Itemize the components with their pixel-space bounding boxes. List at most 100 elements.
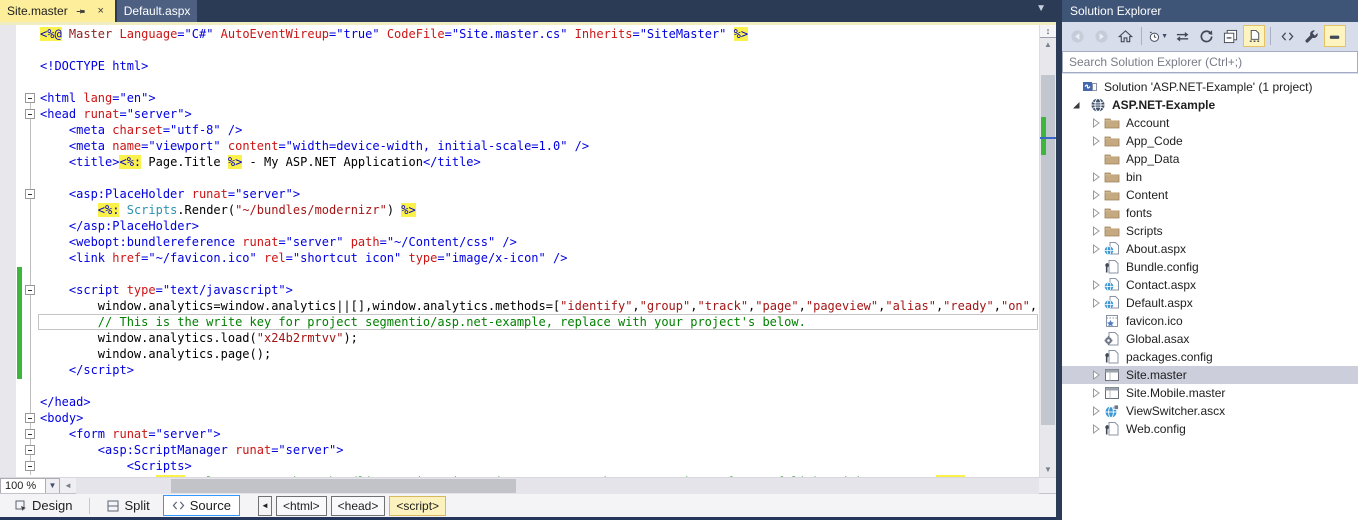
tree-item-about-aspx[interactable]: About.aspx <box>1062 240 1358 258</box>
breadcrumb-tag[interactable]: <html> <box>276 496 327 516</box>
chevron-collapsed-icon[interactable] <box>1088 367 1104 383</box>
code-line: <link href="~/favicon.ico" rel="shortcut… <box>40 250 1039 266</box>
vs-window: Site.master × Default.aspx ▼ <%@ Master … <box>0 0 1358 520</box>
folder-icon <box>1104 133 1120 149</box>
tree-item-bundle-config[interactable]: Bundle.config <box>1062 258 1358 276</box>
tree-item-web-config[interactable]: Web.config <box>1062 420 1358 438</box>
solution-explorer-title-bar[interactable]: Solution Explorer <box>1062 0 1358 22</box>
breakpoint-margin[interactable] <box>0 25 16 477</box>
breadcrumb-collapse-arrow-icon[interactable]: ◄ <box>258 496 272 516</box>
refresh-icon[interactable] <box>1195 25 1217 47</box>
chevron-collapsed-icon[interactable] <box>1088 115 1104 131</box>
collapse-all-icon[interactable] <box>1219 25 1241 47</box>
aspx-file-icon <box>1104 295 1120 311</box>
tree-item-favicon-ico[interactable]: favicon.ico <box>1062 312 1358 330</box>
tab-label: Default.aspx <box>124 4 191 18</box>
chevron-collapsed-icon[interactable] <box>1088 169 1104 185</box>
collapse-region-icon[interactable] <box>25 413 35 423</box>
chevron-collapsed-icon[interactable] <box>1088 223 1104 239</box>
editor-zoom-control[interactable]: 100 % ▼ <box>0 478 60 494</box>
tab-default-aspx[interactable]: Default.aspx <box>117 0 198 22</box>
tree-item-contact-aspx[interactable]: Contact.aspx <box>1062 276 1358 294</box>
tree-item-label: Site.master <box>1126 368 1187 382</box>
tree-item-bin[interactable]: bin <box>1062 168 1358 186</box>
chevron-collapsed-icon[interactable] <box>1088 133 1104 149</box>
outlining-margin[interactable] <box>23 25 37 477</box>
tree-item-asp-net-example[interactable]: ASP.NET-Example <box>1062 96 1358 114</box>
tree-item-account[interactable]: Account <box>1062 114 1358 132</box>
scroll-down-arrow-icon[interactable]: ▼ <box>1040 463 1056 477</box>
code-line: <asp:ScriptManager runat="server"> <box>40 442 1039 458</box>
tab-site-master[interactable]: Site.master × <box>0 0 115 22</box>
tree-item-app-code[interactable]: App_Code <box>1062 132 1358 150</box>
sync-with-active-document-icon[interactable] <box>1171 25 1193 47</box>
zoom-level-value[interactable]: 100 % <box>0 478 46 494</box>
tree-item-label: App_Data <box>1126 152 1179 166</box>
collapse-region-icon[interactable] <box>25 429 35 439</box>
tree-item-scripts[interactable]: Scripts <box>1062 222 1358 240</box>
back-icon[interactable] <box>1066 25 1088 47</box>
chevron-collapsed-icon[interactable] <box>1088 187 1104 203</box>
forward-icon[interactable] <box>1090 25 1112 47</box>
tree-item-label: fonts <box>1126 206 1152 220</box>
code-editor[interactable]: <%@ Master Language="C#" AutoEventWireup… <box>0 25 1056 477</box>
chevron-collapsed-icon[interactable] <box>1088 277 1104 293</box>
chevron-collapsed-icon[interactable] <box>1088 385 1104 401</box>
pin-icon[interactable] <box>74 4 88 18</box>
show-all-files-icon[interactable] <box>1243 25 1265 47</box>
chevron-collapsed-icon[interactable] <box>1088 295 1104 311</box>
tree-item-label: Content <box>1126 188 1168 202</box>
scroll-left-arrow-icon[interactable]: ◄ <box>60 481 76 490</box>
tree-item-content[interactable]: Content <box>1062 186 1358 204</box>
collapse-region-icon[interactable] <box>25 285 35 295</box>
collapse-region-icon[interactable] <box>25 189 35 199</box>
tree-item-site-mobile-master[interactable]: Site.Mobile.master <box>1062 384 1358 402</box>
collapse-region-icon[interactable] <box>25 109 35 119</box>
collapse-region-icon[interactable] <box>25 93 35 103</box>
tree-item-label: Default.aspx <box>1126 296 1193 310</box>
scroll-up-arrow-icon[interactable]: ▲ <box>1040 38 1056 52</box>
toolbar-separator <box>1141 27 1142 45</box>
tree-item-fonts[interactable]: fonts <box>1062 204 1358 222</box>
tree-item-site-master[interactable]: Site.master <box>1062 366 1358 384</box>
pending-changes-filter-icon[interactable]: ▼ <box>1147 25 1169 47</box>
preview-selected-items-icon[interactable] <box>1324 25 1346 47</box>
home-icon[interactable] <box>1114 25 1136 47</box>
tab-overflow-chevron-down-icon[interactable]: ▼ <box>1036 3 1046 14</box>
search-input[interactable] <box>1062 51 1358 73</box>
breadcrumb-tag[interactable]: <script> <box>389 496 446 516</box>
config-file-icon <box>1104 259 1120 275</box>
design-view-button[interactable]: Design <box>6 495 81 516</box>
chevron-collapsed-icon[interactable] <box>1088 421 1104 437</box>
code-line <box>40 266 1039 282</box>
code-area[interactable]: <%@ Master Language="C#" AutoEventWireup… <box>37 25 1039 477</box>
split-window-handle[interactable]: ↕ <box>1040 25 1056 38</box>
split-view-button[interactable]: Split <box>98 495 158 516</box>
collapse-region-icon[interactable] <box>25 445 35 455</box>
tree-item-label: Solution 'ASP.NET-Example' (1 project) <box>1104 80 1312 94</box>
chevron-collapsed-icon[interactable] <box>1088 205 1104 221</box>
properties-icon[interactable] <box>1300 25 1322 47</box>
code-line <box>40 42 1039 58</box>
chevron-collapsed-icon[interactable] <box>1088 241 1104 257</box>
expander-placeholder <box>1088 151 1104 167</box>
solution-icon <box>1082 79 1098 95</box>
vertical-scrollbar[interactable]: ↕ ▲ ▼ <box>1039 25 1056 477</box>
tree-item-default-aspx[interactable]: Default.aspx <box>1062 294 1358 312</box>
view-code-icon[interactable] <box>1276 25 1298 47</box>
tree-item-viewswitcher-ascx[interactable]: ViewSwitcher.ascx <box>1062 402 1358 420</box>
breadcrumb-tag[interactable]: <head> <box>331 496 386 516</box>
tree-item-global-asax[interactable]: Global.asax <box>1062 330 1358 348</box>
zoom-chevron-down-icon[interactable]: ▼ <box>46 478 60 494</box>
horizontal-scrollbar[interactable] <box>76 478 1039 494</box>
chevron-expanded-icon[interactable] <box>1068 97 1084 113</box>
tree-item-packages-config[interactable]: packages.config <box>1062 348 1358 366</box>
collapse-region-icon[interactable] <box>25 461 35 471</box>
config-file-icon <box>1104 421 1120 437</box>
tree-item-app-data[interactable]: App_Data <box>1062 150 1358 168</box>
horizontal-scrollbar-thumb[interactable] <box>171 479 516 493</box>
source-view-button[interactable]: Source <box>163 495 240 516</box>
tree-item-solution-asp-net-example-1-project[interactable]: Solution 'ASP.NET-Example' (1 project) <box>1062 78 1358 96</box>
chevron-collapsed-icon[interactable] <box>1088 403 1104 419</box>
close-icon[interactable]: × <box>94 4 108 18</box>
